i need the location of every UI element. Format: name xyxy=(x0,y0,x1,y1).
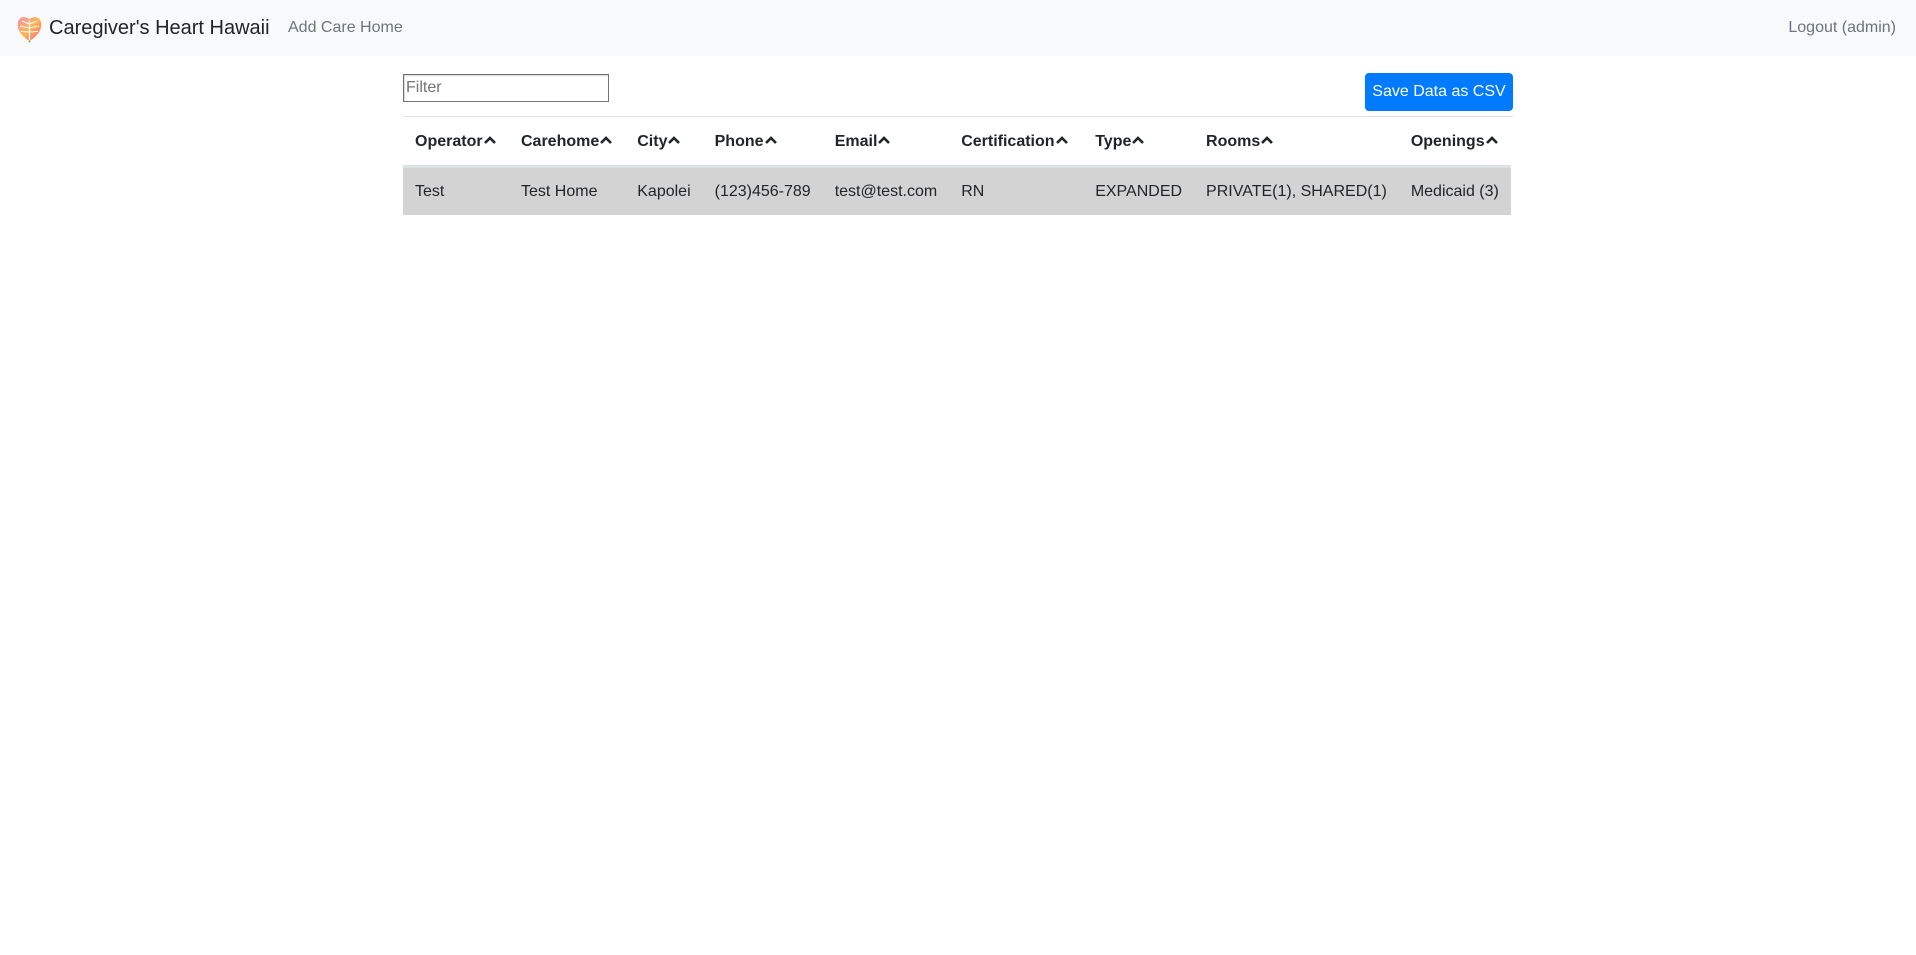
brand-link[interactable]: Caregiver's Heart Hawaii xyxy=(15,13,270,43)
cell-email: test@test.com xyxy=(822,166,950,215)
chevron-up-icon xyxy=(1055,132,1069,144)
cell-openings: Medicaid (3) xyxy=(1398,166,1511,215)
chevron-up-icon xyxy=(1485,132,1499,144)
chevron-up-icon xyxy=(1260,132,1274,144)
chevron-up-icon xyxy=(1131,132,1145,144)
top-navbar: Caregiver's Heart Hawaii Add Care Home L… xyxy=(0,0,1916,56)
column-header-operator[interactable]: Operator xyxy=(403,117,509,168)
column-header-label: Carehome xyxy=(521,132,600,150)
column-header-label: Type xyxy=(1095,132,1132,150)
column-header-certification[interactable]: Certification xyxy=(949,117,1084,168)
chevron-up-icon xyxy=(483,132,497,144)
cell-city: Kapolei xyxy=(625,166,703,215)
cell-phone: (123)456-789 xyxy=(702,166,823,215)
column-header-label: Phone xyxy=(714,132,764,150)
column-header-label: Email xyxy=(834,132,878,150)
column-header-carehome[interactable]: Carehome xyxy=(509,117,626,168)
column-header-label: Operator xyxy=(415,132,483,150)
column-header-label: Certification xyxy=(961,132,1055,150)
table-row[interactable]: Test Test Home Kapolei (123)456-789 test… xyxy=(403,166,1511,215)
column-header-label: Openings xyxy=(1410,132,1485,150)
add-care-home-link[interactable]: Add Care Home xyxy=(288,17,403,39)
chevron-up-icon xyxy=(667,132,681,144)
column-header-phone[interactable]: Phone xyxy=(702,117,823,168)
cell-type: EXPANDED xyxy=(1083,166,1195,215)
cell-carehome: Test Home xyxy=(509,166,626,215)
monstera-leaf-icon xyxy=(15,14,44,43)
cell-certification: RN xyxy=(949,166,1084,215)
column-header-type[interactable]: Type xyxy=(1083,117,1195,168)
care-home-table: Operator Carehome City Phone Email Certi… xyxy=(403,117,1511,215)
save-csv-button[interactable]: Save Data as CSV xyxy=(1365,73,1513,111)
cell-operator: Test xyxy=(403,166,509,215)
column-header-rooms[interactable]: Rooms xyxy=(1194,117,1399,168)
filter-input[interactable] xyxy=(403,74,609,102)
chevron-up-icon xyxy=(764,132,778,144)
column-header-label: Rooms xyxy=(1206,132,1261,150)
cell-rooms: PRIVATE(1), SHARED(1) xyxy=(1194,166,1399,215)
column-header-email[interactable]: Email xyxy=(822,117,950,168)
chevron-up-icon xyxy=(599,132,613,144)
column-header-city[interactable]: City xyxy=(625,117,703,168)
table-header-row: Operator Carehome City Phone Email Certi… xyxy=(403,117,1511,168)
chevron-up-icon xyxy=(877,132,891,144)
logout-link[interactable]: Logout (admin) xyxy=(1788,17,1896,39)
column-header-label: City xyxy=(637,132,668,150)
column-header-openings[interactable]: Openings xyxy=(1398,117,1511,168)
brand-name: Caregiver's Heart Hawaii xyxy=(49,17,270,39)
